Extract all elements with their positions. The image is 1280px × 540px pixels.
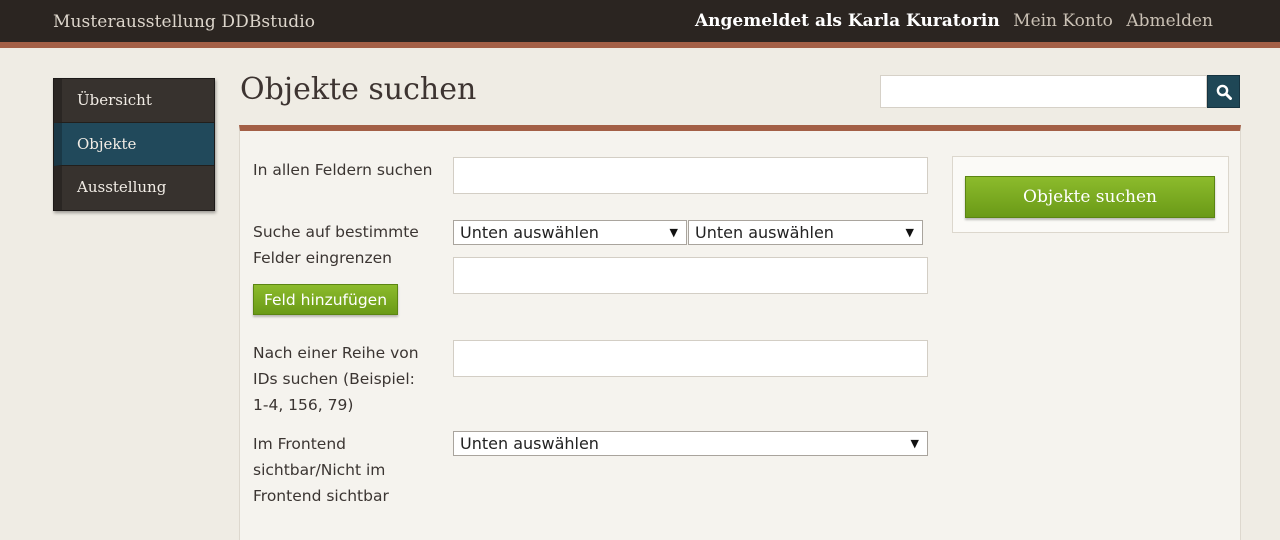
operator-select-value: Unten auswählen <box>695 223 834 242</box>
field-select[interactable]: Unten auswählen ▼ <box>453 220 687 245</box>
chevron-down-icon: ▼ <box>669 226 678 239</box>
page-title: Objekte suchen <box>240 72 477 107</box>
sidebar-item-overview[interactable]: Übersicht <box>54 79 214 123</box>
all-fields-label: In allen Feldern suchen <box>253 161 433 179</box>
search-input[interactable] <box>880 75 1207 108</box>
sidebar-item-objects[interactable]: Objekte <box>54 122 214 167</box>
id-range-label: Nach einer Reihe von IDs suchen (Beispie… <box>253 344 419 414</box>
search-icon <box>1216 84 1232 100</box>
chevron-down-icon: ▼ <box>910 437 919 450</box>
restrict-fields-label: Suche auf bestimmte Felder eingrenzen <box>253 223 419 267</box>
add-field-button[interactable]: Feld hinzufügen <box>253 284 398 315</box>
user-nav: Angemeldet als Karla Kuratorin Mein Kont… <box>695 11 1213 31</box>
site-title[interactable]: Musterausstellung DDBstudio <box>53 12 315 32</box>
sidebar-item-exhibition[interactable]: Ausstellung <box>54 166 214 211</box>
search-objects-button[interactable]: Objekte suchen <box>965 176 1215 218</box>
frontend-visibility-label: Im Frontend sichtbar/Nicht im Frontend s… <box>253 435 389 505</box>
search-button[interactable] <box>1207 75 1240 108</box>
top-bar: Musterausstellung DDBstudio Angemeldet a… <box>0 0 1280 48</box>
restrict-value-input[interactable] <box>453 257 928 294</box>
logout-link[interactable]: Abmelden <box>1126 11 1213 31</box>
chevron-down-icon: ▼ <box>905 226 914 239</box>
all-fields-input[interactable] <box>453 157 928 194</box>
frontend-visibility-select[interactable]: Unten auswählen ▼ <box>453 431 928 456</box>
operator-select[interactable]: Unten auswählen ▼ <box>688 220 923 245</box>
id-range-input[interactable] <box>453 340 928 377</box>
logged-in-user: Angemeldet als Karla Kuratorin <box>694 11 1000 31</box>
frontend-select-value: Unten auswählen <box>460 434 599 453</box>
sidebar-nav: Übersicht Objekte Ausstellung <box>53 78 215 212</box>
my-account-link[interactable]: Mein Konto <box>1013 11 1113 31</box>
field-select-value: Unten auswählen <box>460 223 599 242</box>
